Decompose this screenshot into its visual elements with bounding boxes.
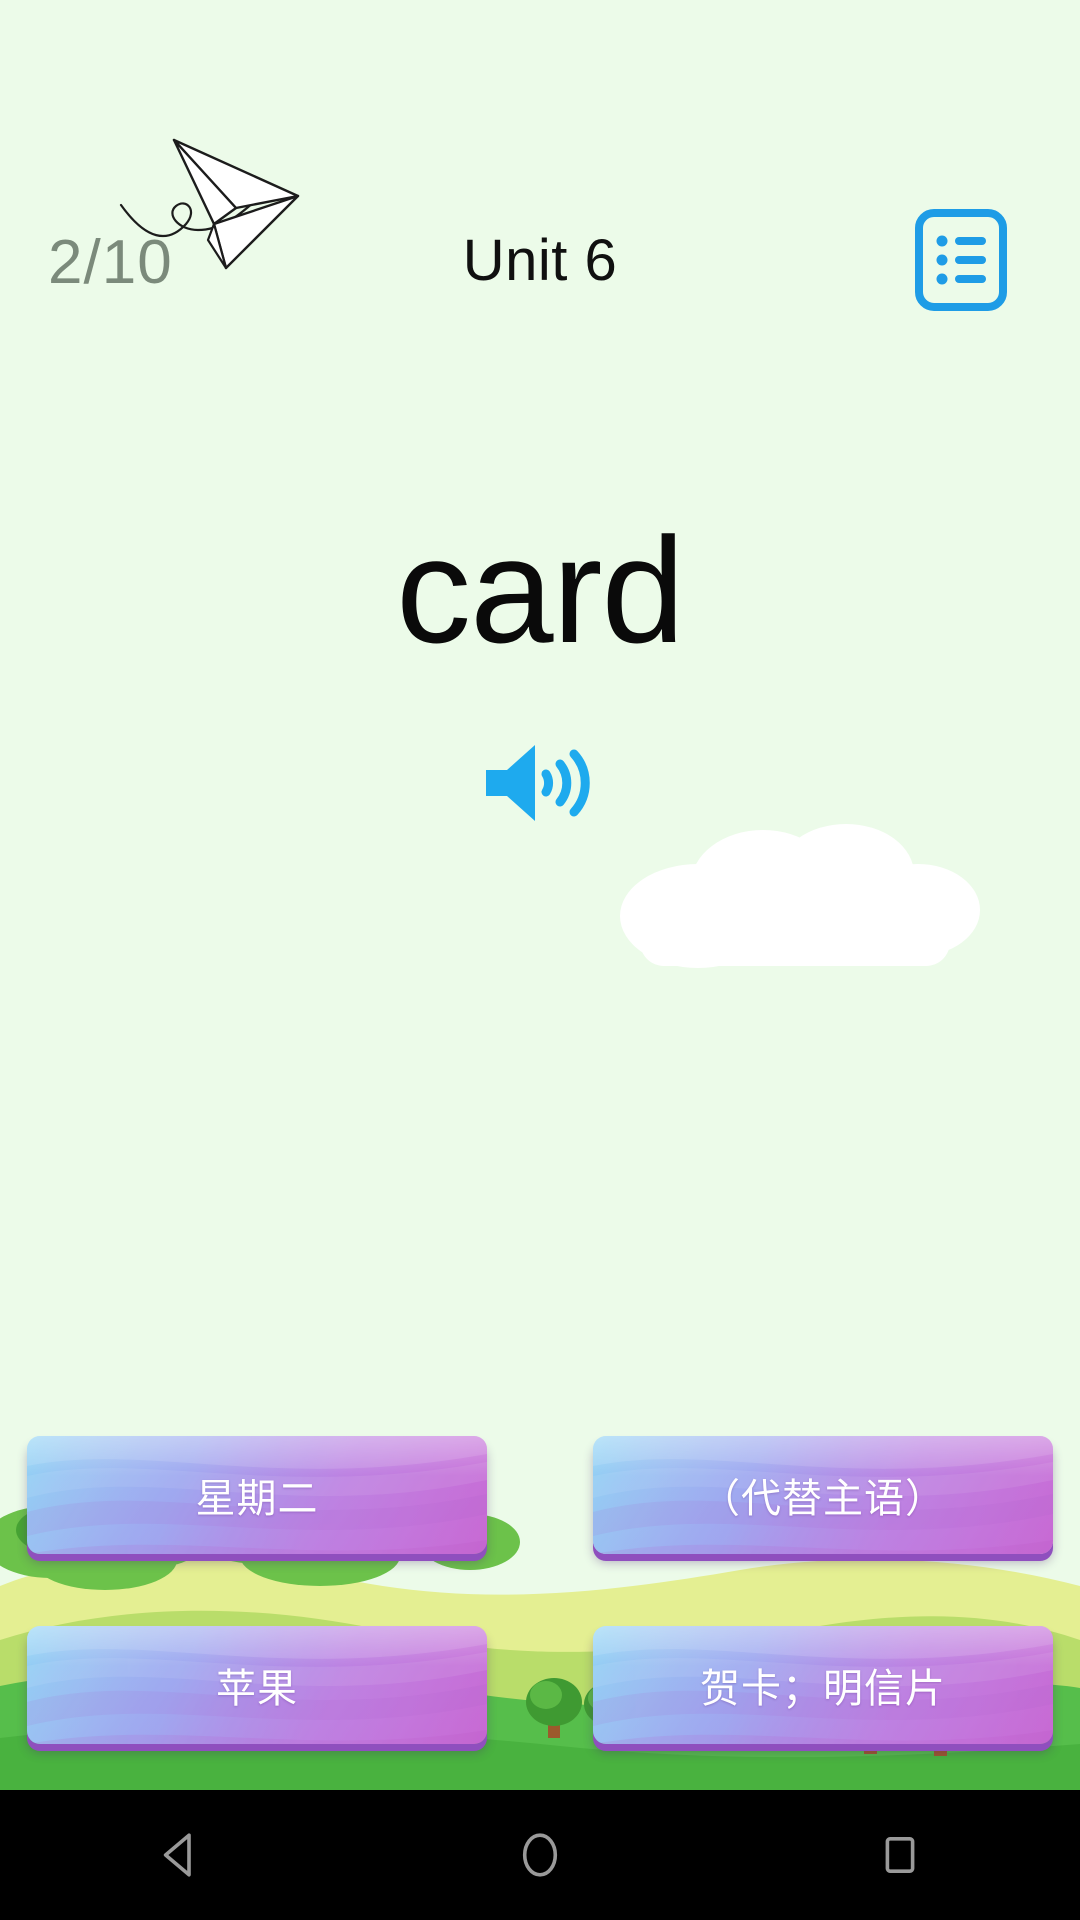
android-navigation-bar (0, 1790, 1080, 1920)
answer-options-grid: 星期二 （代替主语） 苹果 贺卡；明信片 (0, 1436, 1080, 1744)
play-pronunciation-button[interactable] (480, 740, 598, 826)
nav-recents-button[interactable] (825, 1790, 975, 1920)
answer-option-4[interactable]: 贺卡；明信片 (593, 1626, 1053, 1744)
answer-option-2[interactable]: （代替主语） (593, 1436, 1053, 1554)
vocabulary-word: card (396, 506, 685, 674)
nav-home-button[interactable] (465, 1790, 615, 1920)
answer-option-1[interactable]: 星期二 (27, 1436, 487, 1554)
answer-option-label: 苹果 (216, 1666, 298, 1712)
circle-icon (522, 1833, 558, 1877)
answer-option-label: （代替主语） (700, 1476, 946, 1522)
answer-option-3[interactable]: 苹果 (27, 1626, 487, 1744)
answer-option-label: 贺卡；明信片 (700, 1666, 946, 1712)
speaker-volume-icon (486, 745, 590, 821)
word-list-button[interactable] (914, 208, 1008, 312)
list-document-icon (915, 209, 1007, 311)
answer-option-label: 星期二 (195, 1476, 319, 1522)
triangle-left-icon (163, 1833, 191, 1877)
nav-back-button[interactable] (105, 1790, 255, 1920)
square-icon (885, 1837, 915, 1873)
header-bar: 2/10 Unit 6 (0, 0, 1080, 340)
app-screen: 2/10 Unit 6 card 星期二 （代替主语） 苹果 贺卡；明信片 (0, 0, 1080, 1920)
cloud-decoration-icon (620, 824, 980, 968)
